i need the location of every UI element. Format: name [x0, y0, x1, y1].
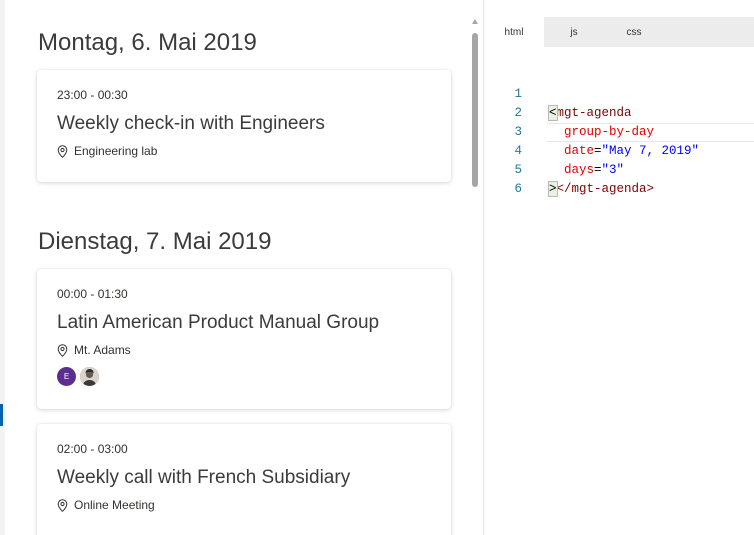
agenda-panel: Montag, 6. Mai 2019 23:00 - 00:30 Weekly…: [5, 0, 475, 535]
event-card[interactable]: 23:00 - 00:30 Weekly check-in with Engin…: [37, 70, 451, 182]
code-line: 6: [484, 161, 754, 196]
event-card[interactable]: 00:00 - 01:30 Latin American Product Man…: [37, 269, 451, 409]
line-number: 6: [514, 182, 522, 196]
code-tag: </mgt-agenda>: [556, 182, 655, 196]
attendee-list: E: [57, 367, 103, 386]
agenda-scrollbar-thumb[interactable]: [472, 33, 478, 187]
bracket-match: >: [548, 181, 558, 197]
event-location: Online Meeting: [57, 498, 155, 512]
avatar-photo[interactable]: [80, 367, 99, 386]
event-time: 23:00 - 00:30: [57, 88, 128, 102]
code-area[interactable]: 1 <mgt-agenda 2 group-by-day 3 date="May…: [484, 66, 754, 197]
map-pin-icon: [57, 144, 68, 158]
event-location: Mt. Adams: [57, 343, 131, 357]
map-pin-icon: [57, 498, 68, 512]
person-photo-icon: [80, 367, 99, 386]
code-line: 1 <mgt-agenda: [484, 66, 754, 121]
code-line: 5 ></mgt-agenda>: [484, 142, 754, 197]
day-header: Dienstag, 7. Mai 2019: [38, 228, 272, 255]
code-editor-panel: html js css 1 <mgt-agenda 2 group-by-day…: [484, 0, 754, 535]
editor-tabs: html js css: [484, 17, 664, 47]
day-header: Montag, 6. Mai 2019: [38, 29, 257, 56]
event-time: 02:00 - 03:00: [57, 442, 128, 456]
event-subject: Weekly check-in with Engineers: [57, 113, 325, 134]
tab-js[interactable]: js: [544, 17, 604, 47]
event-location: Engineering lab: [57, 144, 157, 158]
map-pin-icon: [57, 343, 68, 357]
scroll-up-arrow-icon[interactable]: [472, 18, 478, 26]
code-line: 2 group-by-day: [484, 85, 754, 139]
event-card[interactable]: 02:00 - 03:00 Weekly call with French Su…: [37, 424, 451, 535]
event-location-text: Mt. Adams: [74, 343, 131, 357]
code-line: 4 days="3": [484, 123, 754, 177]
code-line: 3 date="May 7, 2019": [484, 104, 754, 158]
avatar[interactable]: E: [57, 367, 76, 386]
event-location-text: Online Meeting: [74, 498, 155, 512]
event-subject: Weekly call with French Subsidiary: [57, 467, 351, 488]
tab-bar-background: [664, 17, 754, 47]
event-location-text: Engineering lab: [74, 144, 158, 158]
tab-html[interactable]: html: [484, 17, 544, 47]
left-selection-indicator: [0, 404, 3, 426]
tab-css[interactable]: css: [604, 17, 664, 47]
event-time: 00:00 - 01:30: [57, 287, 128, 301]
event-subject: Latin American Product Manual Group: [57, 312, 380, 333]
